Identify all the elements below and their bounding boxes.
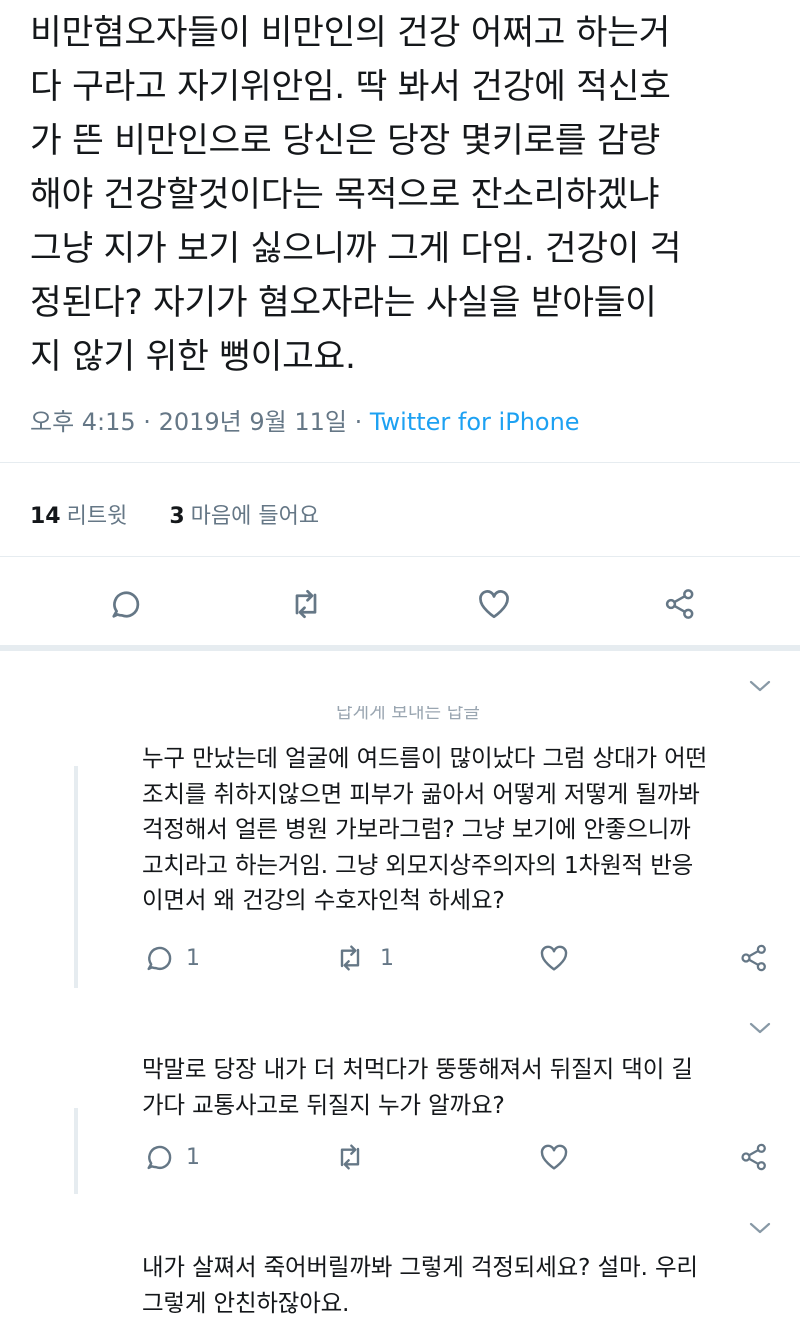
retweet-label: 리트윗 <box>66 504 128 529</box>
tweet-timestamp[interactable]: 오후 4:15 · 2019년 9월 11일 <box>30 408 347 436</box>
chevron-down-icon[interactable] <box>745 676 775 696</box>
reply-context-header: 답게게 보내는 답글 <box>336 706 480 723</box>
like-button[interactable] <box>538 938 570 978</box>
tweet-text-line: 비만혐오자들이 비만인의 건강 어쩌고 하는거 <box>30 13 671 53</box>
share-icon <box>665 589 694 619</box>
reply-count: 1 <box>186 945 200 971</box>
divider <box>0 462 800 463</box>
reply-count: 1 <box>186 1144 200 1170</box>
like-stat[interactable]: 3 마음에 들어요 <box>169 504 319 529</box>
retweet-stat[interactable]: 14 리트윗 <box>30 504 127 529</box>
chevron-down-icon[interactable] <box>745 1218 775 1238</box>
thread-line <box>74 1108 78 1194</box>
retweet-icon <box>295 589 317 619</box>
retweet-icon <box>340 1144 360 1170</box>
tweet-actions <box>0 578 800 630</box>
divider <box>0 556 800 557</box>
reply-button[interactable]: 1 <box>140 938 200 978</box>
reply-button[interactable]: 1 <box>140 1137 200 1177</box>
reply-icon <box>147 1145 172 1170</box>
reply-text-line: 고치라고 하는거임. 그냥 외모지상주의자의 1차원적 반응 <box>142 850 694 879</box>
thread-line <box>74 766 78 988</box>
tweet-text-line: 다 구라고 자기위안임. 딱 봐서 건강에 적신호 <box>30 67 671 107</box>
tweet-text-line: 정된다? 자기가 혐오자라는 사실을 받아들이 <box>30 283 657 323</box>
retweet-count: 1 <box>380 945 394 971</box>
retweet-count: 14 <box>30 504 61 529</box>
retweet-button[interactable]: 1 <box>334 938 394 978</box>
retweet-button[interactable] <box>284 578 328 630</box>
reply-text-line: 조치를 취하지않으면 피부가 곪아서 어떻게 저떻게 될까봐 <box>142 779 700 808</box>
tweet-text-line: 지 않기 위한 뻥이고요. <box>30 337 356 377</box>
like-label: 마음에 들어요 <box>190 504 320 529</box>
reply-text-line: 막말로 당장 내가 더 처먹다가 뚱뚱해져서 뒤질지 댁이 길 <box>142 1055 693 1083</box>
reply-text: 내가 살쪄서 죽어버릴까봐 그렇게 걱정되세요? 설마. 우리 그렇게 안친하잖… <box>142 1250 698 1321</box>
share-icon <box>741 944 766 972</box>
heart-icon <box>540 1144 568 1170</box>
like-button[interactable] <box>538 1137 570 1177</box>
reply-icon <box>147 946 172 971</box>
reply-text-line: 가다 교통사고로 뒤질지 누가 알까요? <box>142 1090 505 1119</box>
share-icon <box>741 1143 766 1171</box>
tweet-text-line: 해야 건강할것이다는 목적으로 잔소리하겠냐 <box>30 175 660 215</box>
meta-separator: · <box>346 408 370 436</box>
retweet-icon <box>340 945 360 971</box>
section-separator <box>0 645 800 651</box>
reply-text-line: 누구 만났는데 얼굴에 여드름이 많이났다 그럼 상대가 어떤 <box>142 744 707 772</box>
share-button[interactable] <box>658 578 702 630</box>
reply-text-line: 이면서 왜 건강의 수호자인척 하세요? <box>142 886 505 914</box>
share-button[interactable] <box>738 1137 770 1177</box>
tweet-text-line: 가 뜬 비만인으로 당신은 당장 몇키로를 감량 <box>30 121 660 161</box>
heart-icon <box>479 590 509 619</box>
share-button[interactable] <box>738 938 770 978</box>
reply-text-line: 내가 살쪄서 죽어버릴까봐 그렇게 걱정되세요? 설마. 우리 <box>142 1253 698 1281</box>
tweet-meta: 오후 4:15 · 2019년 9월 11일 · Twitter for iPh… <box>30 402 580 437</box>
reply-text: 누구 만났는데 얼굴에 여드름이 많이났다 그럼 상대가 어떤 조치를 취하지않… <box>142 741 707 919</box>
reply-button[interactable] <box>100 578 144 630</box>
tweet-client-link[interactable]: Twitter for iPhone <box>370 408 580 436</box>
tweet-text-line: 그냥 지가 보기 싫으니까 그게 다임. 건강이 걱 <box>30 229 682 269</box>
reply-text: 막말로 당장 내가 더 처먹다가 뚱뚱해져서 뒤질지 댁이 길 가다 교통사고로… <box>142 1052 693 1123</box>
reply-text-line: 걱정해서 얼른 병원 가보라그럼? 그냥 보기에 안좋으니까 <box>142 815 691 843</box>
like-count: 3 <box>169 504 185 529</box>
chevron-down-icon[interactable] <box>745 1018 775 1038</box>
heart-icon <box>540 945 568 971</box>
tweet-stats: 14 리트윗 3 마음에 들어요 <box>30 498 319 530</box>
reply-text-line: 그렇게 안친하잖아요. <box>142 1288 350 1317</box>
like-button[interactable] <box>472 578 516 630</box>
reply-icon <box>112 591 140 618</box>
tweet-text: 비만혐오자들이 비만인의 건강 어쩌고 하는거 다 구라고 자기위안임. 딱 봐… <box>30 6 790 384</box>
retweet-button[interactable] <box>334 1137 366 1177</box>
